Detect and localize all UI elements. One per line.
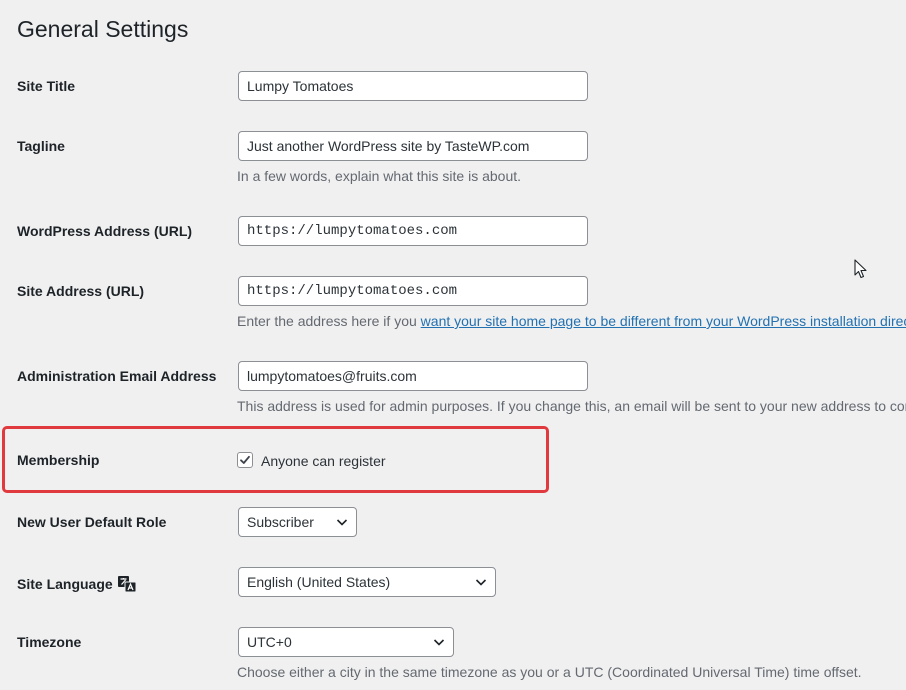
admin-email-input[interactable]: lumpytomatoes@fruits.com <box>238 361 588 391</box>
admin-email-label: Administration Email Address <box>17 368 217 384</box>
translation-icon <box>117 576 137 593</box>
site-address-help-link[interactable]: want your site home page to be different… <box>421 313 906 329</box>
site-address-description: Enter the address here if you want your … <box>237 313 906 329</box>
membership-label: Membership <box>17 452 100 468</box>
site-language-label: Site Language <box>17 575 137 593</box>
checkmark-icon <box>240 455 250 464</box>
timezone-label: Timezone <box>17 634 82 650</box>
site-address-description-text: Enter the address here if you <box>237 313 421 329</box>
chevron-down-icon <box>433 639 445 646</box>
site-language-select[interactable]: English (United States) <box>238 567 496 597</box>
site-address-label: Site Address (URL) <box>17 283 145 299</box>
default-role-label: New User Default Role <box>17 514 167 530</box>
site-address-input[interactable]: https://lumpytomatoes.com <box>238 276 588 306</box>
timezone-value: UTC+0 <box>247 634 292 650</box>
timezone-description: Choose either a city in the same timezon… <box>237 664 862 680</box>
wordpress-address-label: WordPress Address (URL) <box>17 223 193 239</box>
tagline-description: In a few words, explain what this site i… <box>237 168 522 184</box>
timezone-select[interactable]: UTC+0 <box>238 627 454 657</box>
site-title-input[interactable]: Lumpy Tomatoes <box>238 71 588 101</box>
wordpress-address-input[interactable]: https://lumpytomatoes.com <box>238 216 588 246</box>
admin-email-description: This address is used for admin purposes.… <box>237 398 906 414</box>
anyone-can-register-checkbox[interactable] <box>237 452 253 468</box>
tagline-input[interactable]: Just another WordPress site by TasteWP.c… <box>238 131 588 161</box>
mouse-cursor-icon <box>854 259 867 279</box>
site-language-value: English (United States) <box>247 574 391 590</box>
page-title: General Settings <box>17 16 189 42</box>
chevron-down-icon <box>475 579 487 586</box>
site-title-label: Site Title <box>17 78 76 94</box>
tagline-label: Tagline <box>17 138 65 154</box>
chevron-down-icon <box>336 519 348 526</box>
anyone-can-register-label[interactable]: Anyone can register <box>261 453 386 469</box>
default-role-value: Subscriber <box>247 514 314 530</box>
site-language-label-text: Site Language <box>17 576 113 592</box>
default-role-select[interactable]: Subscriber <box>238 507 357 537</box>
